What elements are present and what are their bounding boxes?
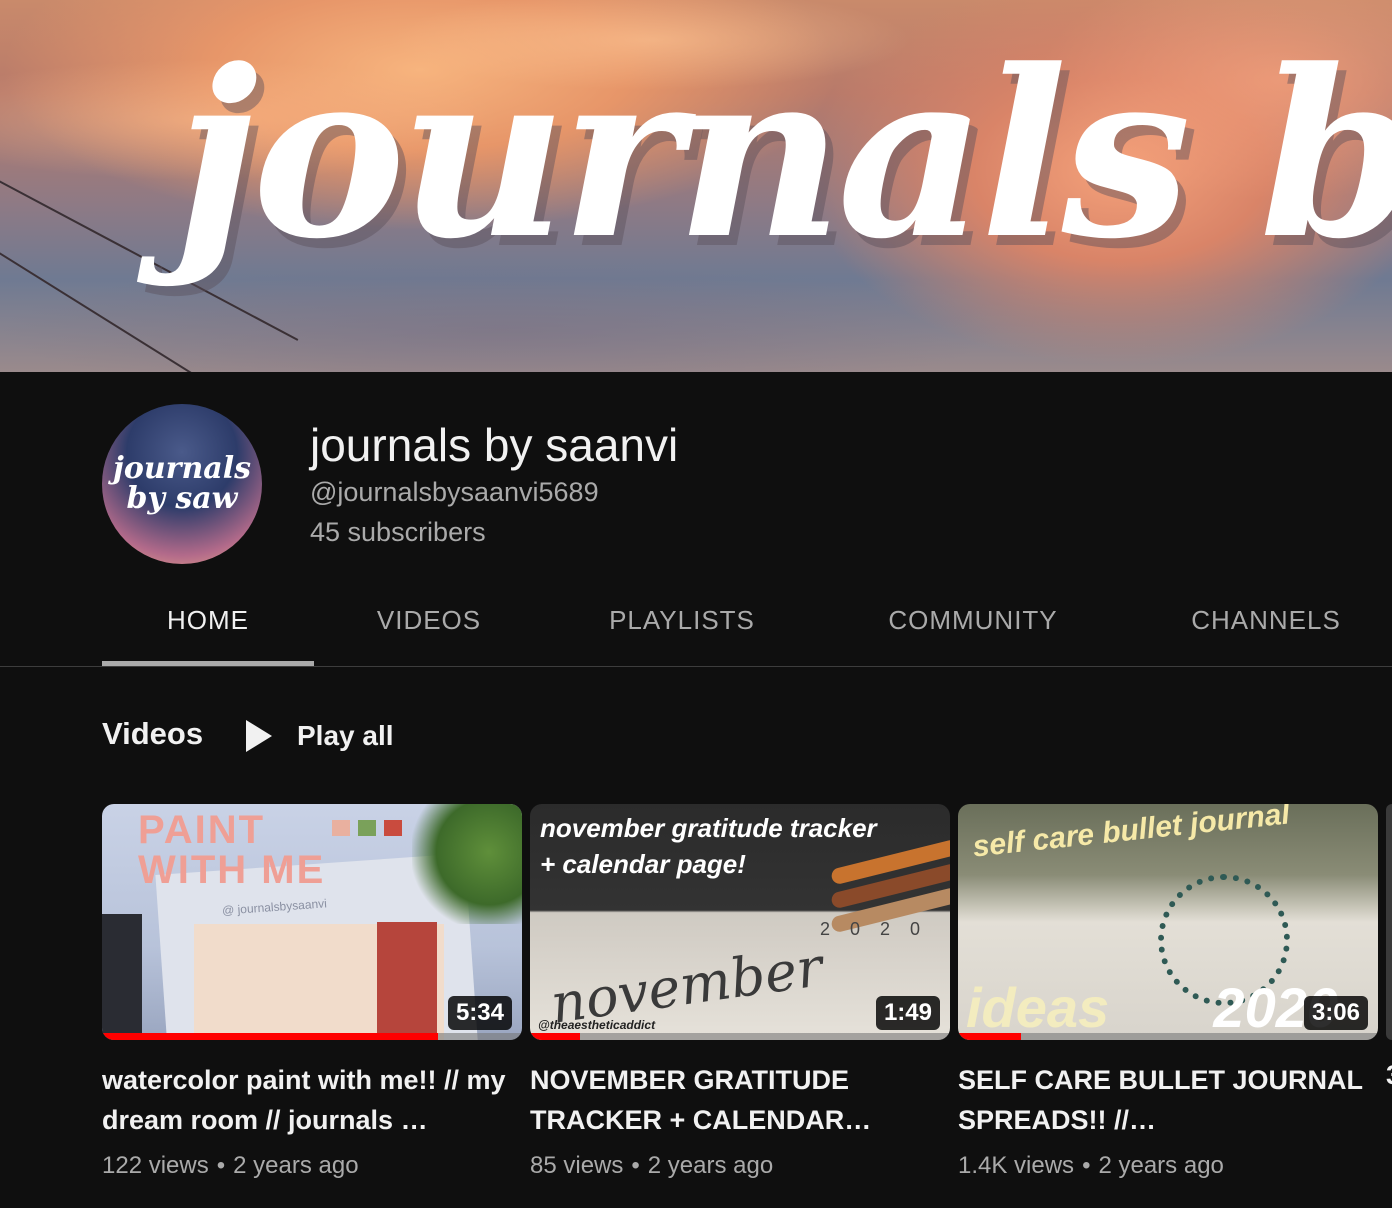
thumb-swatch: [332, 820, 350, 836]
thumb-text: self care bullet journal: [971, 804, 1292, 864]
subscriber-count: 45 subscribers: [310, 517, 486, 547]
video-card[interactable]: november gratitude tracker + calendar pa…: [530, 804, 950, 1180]
video-card[interactable]: PAINT WITH ME @ journalsbysaanvi 5:34 wa…: [102, 804, 522, 1180]
section-title: Videos: [102, 716, 204, 751]
duration-badge: 1:49: [875, 996, 940, 1030]
watch-progress: [958, 1033, 1378, 1040]
view-count: 1.4K views: [958, 1152, 1075, 1179]
play-all-label: Play all: [297, 720, 394, 751]
thumb-laptop: [102, 914, 142, 1040]
watch-progress: [102, 1033, 522, 1040]
thumb-credit: @theaestheticaddict: [538, 1018, 656, 1032]
view-count: 85 views: [530, 1152, 624, 1179]
tabs-divider: [0, 666, 1392, 667]
watch-progress-fill: [530, 1033, 581, 1040]
play-all-button[interactable]: Play all: [246, 716, 394, 756]
tab-channels[interactable]: CHANNELS: [1126, 574, 1392, 666]
thumb-swatch: [384, 820, 402, 836]
view-count: 122 views: [102, 1152, 209, 1179]
thumb-text-line1: november gratitude tracker: [540, 813, 877, 843]
next-video-title[interactable]: 3: [1386, 1060, 1392, 1091]
video-title[interactable]: watercolor paint with me!! // my dream r…: [102, 1060, 512, 1140]
tab-playlists[interactable]: PLAYLISTS: [544, 574, 820, 666]
video-meta: 85 views • 2 years ago: [530, 1152, 950, 1180]
video-title[interactable]: SELF CARE BULLET JOURNAL SPREADS!! //…: [958, 1060, 1368, 1140]
watch-progress: [530, 1033, 950, 1040]
video-thumbnail[interactable]: november gratitude tracker + calendar pa…: [530, 804, 950, 1040]
watch-progress-fill: [958, 1033, 1021, 1040]
video-card[interactable]: self care bullet journal ideas 2020 3:06…: [958, 804, 1378, 1180]
video-title[interactable]: NOVEMBER GRATITUDE TRACKER + CALENDAR…: [530, 1060, 940, 1140]
channel-tabs: HOME VIDEOS PLAYLISTS COMMUNITY CHANNELS: [102, 574, 1392, 666]
tab-community[interactable]: COMMUNITY: [820, 574, 1126, 666]
thumb-text-line2: + calendar page!: [540, 849, 746, 879]
thumb-year: 2020: [820, 919, 941, 939]
avatar-text: journals by saw: [112, 451, 252, 516]
video-thumbnail[interactable]: self care bullet journal ideas 2020 3:06: [958, 804, 1378, 1040]
next-video-thumbnail[interactable]: [1386, 804, 1392, 1040]
meta-separator: •: [631, 1152, 640, 1179]
channel-banner: journals by: [0, 0, 1392, 372]
video-meta: 1.4K views • 2 years ago: [958, 1152, 1378, 1180]
thumb-text: november gratitude tracker + calendar pa…: [540, 810, 877, 882]
duration-badge: 5:34: [447, 996, 512, 1030]
channel-avatar[interactable]: journals by saw: [102, 404, 262, 564]
channel-name: journals by saanvi: [310, 419, 679, 471]
upload-age: 2 years ago: [233, 1152, 359, 1179]
video-thumbnail[interactable]: PAINT WITH ME @ journalsbysaanvi 5:34: [102, 804, 522, 1040]
upload-age: 2 years ago: [647, 1152, 774, 1179]
tab-home[interactable]: HOME: [102, 574, 314, 666]
play-icon: [246, 720, 272, 752]
upload-age: 2 years ago: [1098, 1152, 1224, 1179]
thumb-brick-wall: [377, 922, 437, 1040]
thumb-swatch: [358, 820, 376, 836]
thumb-text: PAINT WITH ME: [138, 808, 326, 892]
meta-separator: •: [1082, 1152, 1091, 1179]
video-meta: 122 views • 2 years ago: [102, 1152, 522, 1180]
tab-videos[interactable]: VIDEOS: [314, 574, 544, 666]
channel-handle: @journalsbysaanvi5689: [310, 477, 599, 507]
thumb-plant: [412, 804, 522, 924]
meta-separator: •: [216, 1152, 226, 1179]
thumb-ideas-text: ideas: [966, 976, 1110, 1039]
watch-progress-fill: [102, 1033, 438, 1040]
banner-title: journals by: [175, 20, 1392, 290]
duration-badge: 3:06: [1303, 996, 1368, 1030]
